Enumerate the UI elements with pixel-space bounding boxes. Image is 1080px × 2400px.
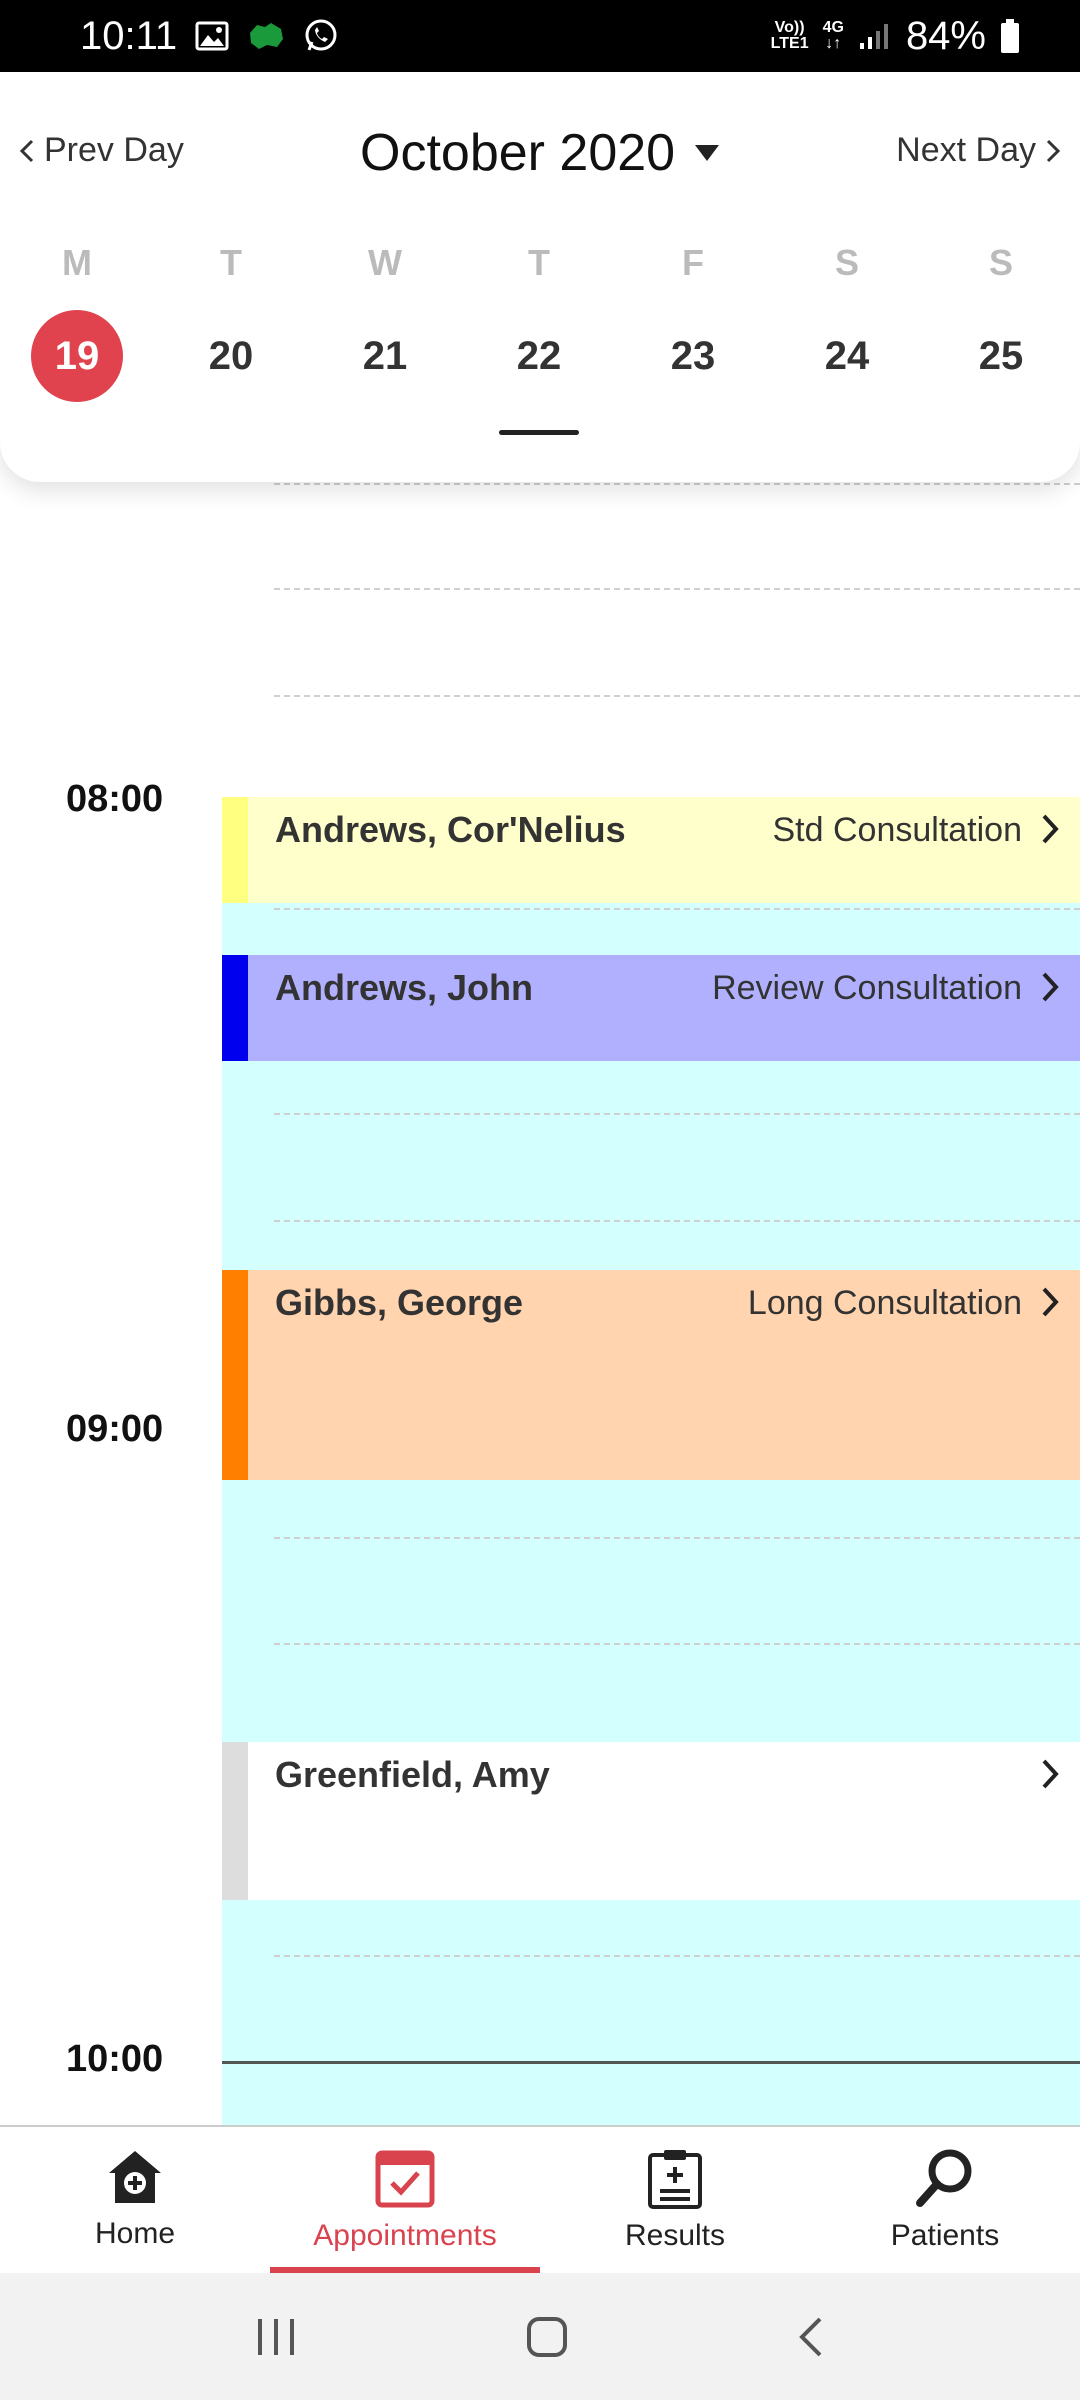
weekday-letter: W: [368, 242, 402, 283]
tab-label: Patients: [890, 2219, 1000, 2252]
day-23[interactable]: 23: [616, 310, 770, 402]
home-button-icon[interactable]: [525, 2315, 569, 2359]
appointment-color-bar: [222, 955, 248, 1061]
gallery-icon: [195, 21, 229, 51]
grid-line: [274, 1643, 1080, 1645]
appointment-type: Review Consultation: [712, 969, 1022, 1007]
day-number: 24: [824, 333, 870, 378]
month-title: October 2020: [360, 124, 676, 182]
week-days: 19 20 21 22 23 24 25: [0, 310, 1080, 402]
grid-line: [274, 1955, 1080, 1957]
day-22[interactable]: 22: [462, 310, 616, 402]
status-time: 10:11: [80, 13, 178, 58]
day-number: 22: [516, 333, 562, 378]
grid-line: [274, 908, 1080, 910]
appointment-patient-name: Greenfield, Amy: [275, 1754, 550, 1795]
next-day-button[interactable]: Next Day: [896, 131, 1062, 170]
tab-appointments[interactable]: Appointments: [270, 2127, 540, 2273]
next-day-label: Next Day: [896, 131, 1036, 169]
battery-icon: [1000, 19, 1020, 53]
battery-percent: 84%: [905, 13, 986, 58]
tab-patients[interactable]: Patients: [810, 2127, 1080, 2273]
weekday-letter: S: [988, 242, 1013, 283]
back-icon[interactable]: [796, 2315, 826, 2359]
tab-results[interactable]: Results: [540, 2127, 810, 2273]
appointment-patient-name: Andrews, Cor'Nelius: [275, 809, 626, 850]
grid-line: [274, 1220, 1080, 1222]
screen: 08:00 09:00 10:00 Andrews, Cor'Nelius St…: [0, 0, 1080, 2400]
signal-icon: [858, 21, 892, 51]
date-navigation: Prev Day October 2020 Next Day: [0, 117, 1080, 197]
day-number: 25: [978, 333, 1024, 378]
grid-line: [274, 588, 1080, 590]
appointment-color-bar: [222, 1742, 248, 1900]
current-time-line: [222, 2061, 1080, 2064]
day-19[interactable]: 19: [0, 310, 154, 402]
today-indicator: [499, 430, 579, 435]
home-icon: [109, 2151, 161, 2203]
prev-day-label: Prev Day: [44, 131, 184, 169]
month-picker[interactable]: October 2020: [360, 123, 721, 183]
4g-indicator: 4G ↓↑: [822, 19, 844, 52]
tab-label: Results: [624, 2219, 726, 2252]
weekday-letter: T: [528, 242, 550, 283]
chevron-right-icon: [1042, 814, 1059, 844]
chevron-right-icon: [1042, 1759, 1059, 1789]
day-21[interactable]: 21: [308, 310, 462, 402]
weekday-letter: T: [220, 242, 242, 283]
appointment-color-bar: [222, 1270, 248, 1480]
grid-line: [274, 1537, 1080, 1539]
day-number: 21: [362, 333, 408, 378]
appointment-type: Long Consultation: [747, 1284, 1022, 1322]
date-header: Prev Day October 2020 Next Day M T W T F…: [0, 72, 1080, 482]
appointment-andrews-cornelius[interactable]: Andrews, Cor'Nelius Std Consultation: [222, 797, 1080, 903]
time-label-1000: 10:00: [66, 2038, 164, 2080]
grid-line: [274, 1113, 1080, 1115]
weekday-letters: M T W T F S S: [0, 242, 1080, 284]
tab-label: Appointments: [313, 2219, 497, 2252]
map-icon: [247, 21, 285, 51]
volte-indicator: Vo)) LTE1: [770, 19, 809, 52]
status-bar: 10:11 Vo)) LTE1 4G ↓↑ 84%: [0, 0, 1080, 72]
tab-home[interactable]: Home: [0, 2127, 270, 2273]
selected-day-badge: 19: [31, 310, 123, 402]
tab-label: Home: [94, 2217, 176, 2250]
weekday-letter: F: [682, 242, 704, 283]
time-label-0800: 08:00: [66, 778, 164, 820]
day-number: 20: [208, 333, 254, 378]
bottom-navigation: Home Appointments Results Patients: [0, 2125, 1080, 2273]
appointment-color-bar: [222, 797, 248, 903]
calendar-check-icon: [375, 2150, 435, 2208]
weekday-letter: S: [834, 242, 859, 283]
chevron-left-icon: [19, 139, 34, 162]
appointment-patient-name: Andrews, John: [275, 967, 534, 1008]
appointment-patient-name: Gibbs, George: [275, 1282, 524, 1323]
day-24[interactable]: 24: [770, 310, 924, 402]
appointment-greenfield-amy[interactable]: Greenfield, Amy: [222, 1742, 1080, 1900]
caret-down-icon: [695, 145, 720, 161]
chevron-right-icon: [1046, 139, 1061, 162]
time-label-0900: 09:00: [66, 1408, 164, 1450]
chevron-right-icon: [1042, 972, 1059, 1002]
search-icon: [916, 2149, 972, 2207]
prev-day-button[interactable]: Prev Day: [18, 131, 184, 170]
day-20[interactable]: 20: [154, 310, 308, 402]
system-navigation-bar: [0, 2273, 1080, 2400]
clipboard-icon: [648, 2150, 702, 2209]
appointment-type: Std Consultation: [772, 811, 1023, 849]
appointment-gibbs-george[interactable]: Gibbs, George Long Consultation: [222, 1270, 1080, 1480]
whatsapp-icon: [303, 18, 339, 54]
grid-line: [274, 483, 1080, 485]
appointment-andrews-john[interactable]: Andrews, John Review Consultation: [222, 955, 1080, 1061]
chevron-right-icon: [1042, 1287, 1059, 1317]
grid-line: [274, 695, 1080, 697]
weekday-letter: M: [62, 242, 92, 283]
recent-apps-icon[interactable]: [254, 2317, 298, 2357]
day-number: 23: [670, 333, 716, 378]
day-25[interactable]: 25: [924, 310, 1078, 402]
